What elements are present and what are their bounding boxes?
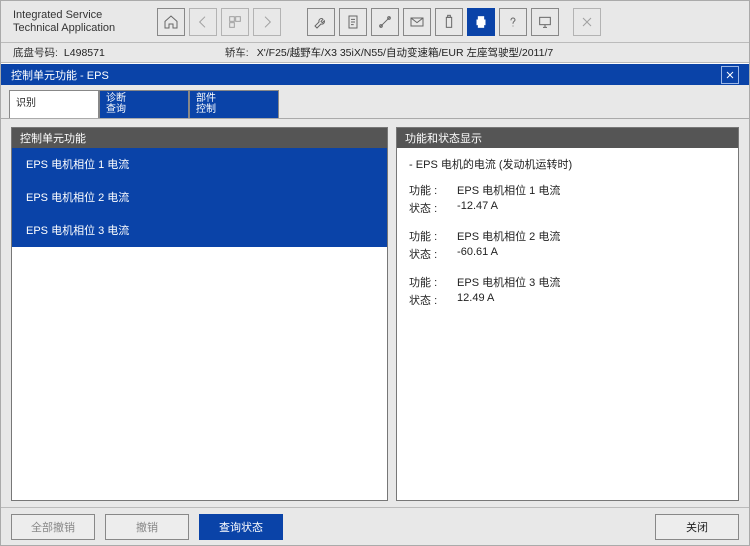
tab-component-control[interactable]: 部件 控制 (189, 90, 279, 118)
tab-label: 识别 (16, 99, 92, 110)
func-value: EPS 电机相位 1 电流 (457, 182, 726, 198)
list-item[interactable]: EPS 电机相位 2 电流 (12, 181, 387, 214)
func-label: 功能 : (409, 274, 457, 290)
toolbar (157, 8, 743, 36)
app-root: Integrated Service Technical Application… (0, 0, 750, 546)
state-value: -60.61 A (457, 246, 726, 262)
module-close-icon[interactable] (721, 66, 739, 84)
main-area: 控制单元功能 EPS 电机相位 1 电流 EPS 电机相位 2 电流 EPS 电… (1, 119, 749, 507)
state-label: 状态 : (409, 292, 457, 308)
plan-icon[interactable] (221, 8, 249, 36)
chassis-label: 底盘号码: (13, 45, 58, 60)
tab-label: 诊断 (106, 94, 182, 105)
module-title-bar: 控制单元功能 - EPS (1, 63, 749, 85)
state-value: 12.49 A (457, 292, 726, 308)
left-pane-body: EPS 电机相位 1 电流 EPS 电机相位 2 电流 EPS 电机相位 3 电… (12, 148, 387, 500)
connector-icon[interactable] (371, 8, 399, 36)
state-label: 状态 : (409, 200, 457, 216)
chassis-value: L498571 (64, 47, 105, 59)
right-pane-header: 功能和状态显示 (397, 128, 738, 148)
app-title-line2: Technical Application (13, 22, 147, 34)
window-close-icon[interactable] (573, 8, 601, 36)
func-label: 功能 : (409, 228, 457, 244)
right-pane: 功能和状态显示 - EPS 电机的电流 (发动机运转时) 功能 :EPS 电机相… (396, 127, 739, 501)
app-title-line1: Integrated Service (13, 9, 147, 21)
tab-label-2: 查询 (106, 105, 182, 116)
tab-label-2: 控制 (196, 105, 272, 116)
state-value: -12.47 A (457, 200, 726, 216)
app-header: Integrated Service Technical Application (1, 1, 749, 43)
document-icon[interactable] (339, 8, 367, 36)
list-item[interactable]: EPS 电机相位 3 电流 (12, 214, 387, 247)
app-titles: Integrated Service Technical Application (7, 7, 157, 35)
status-group: 功能 :EPS 电机相位 1 电流 状态 :-12.47 A (409, 182, 726, 216)
wrench-icon[interactable] (307, 8, 335, 36)
right-pane-body: - EPS 电机的电流 (发动机运转时) 功能 :EPS 电机相位 1 电流 状… (397, 148, 738, 500)
vehicle-label: 轿车: (225, 45, 249, 60)
undo-button[interactable]: 撤销 (105, 514, 189, 540)
left-fill (12, 247, 387, 500)
nav-back-icon[interactable] (189, 8, 217, 36)
func-value: EPS 电机相位 3 电流 (457, 274, 726, 290)
status-group: 功能 :EPS 电机相位 3 电流 状态 :12.49 A (409, 274, 726, 308)
tab-label: 部件 (196, 94, 272, 105)
tab-identify[interactable]: 识别 (9, 90, 99, 118)
mail-icon[interactable] (403, 8, 431, 36)
left-pane-header: 控制单元功能 (12, 128, 387, 148)
monitor-icon[interactable] (531, 8, 559, 36)
status-group: 功能 :EPS 电机相位 2 电流 状态 :-60.61 A (409, 228, 726, 262)
battery-icon[interactable] (435, 8, 463, 36)
func-value: EPS 电机相位 2 电流 (457, 228, 726, 244)
tab-diagnosis-query[interactable]: 诊断 查询 (99, 90, 189, 118)
print-icon[interactable] (467, 8, 495, 36)
state-label: 状态 : (409, 246, 457, 262)
list-item[interactable]: EPS 电机相位 1 电流 (12, 148, 387, 181)
undo-all-button[interactable]: 全部撤销 (11, 514, 95, 540)
function-list: EPS 电机相位 1 电流 EPS 电机相位 2 电流 EPS 电机相位 3 电… (12, 148, 387, 247)
home-icon[interactable] (157, 8, 185, 36)
vehicle-value: X'/F25/越野车/X3 35iX/N55/自动变速箱/EUR 左座驾驶型/2… (257, 45, 553, 60)
left-pane: 控制单元功能 EPS 电机相位 1 电流 EPS 电机相位 2 电流 EPS 电… (11, 127, 388, 501)
module-title: 控制单元功能 - EPS (11, 67, 721, 83)
query-status-button[interactable]: 查询状态 (199, 514, 283, 540)
help-icon[interactable] (499, 8, 527, 36)
vehicle-info-row: 底盘号码: L498571 轿车: X'/F25/越野车/X3 35iX/N55… (1, 43, 749, 63)
footer: 全部撤销 撤销 查询状态 关闭 (1, 507, 749, 545)
status-title: - EPS 电机的电流 (发动机运转时) (409, 156, 726, 172)
close-button[interactable]: 关闭 (655, 514, 739, 540)
nav-forward-icon[interactable] (253, 8, 281, 36)
func-label: 功能 : (409, 182, 457, 198)
tab-strip: 识别 诊断 查询 部件 控制 (1, 85, 749, 119)
